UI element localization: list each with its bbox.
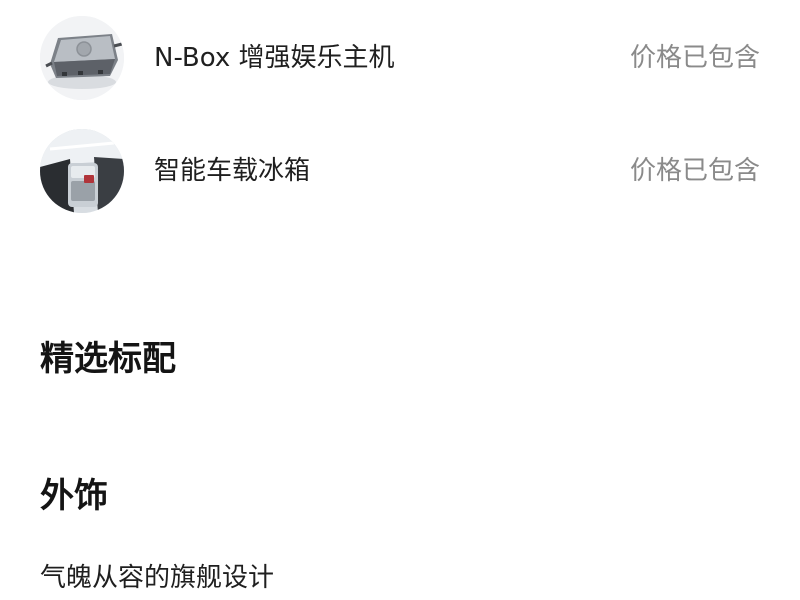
- price-included-label: 价格已包含: [629, 156, 760, 186]
- config-page: N-Box 增强娱乐主机 价格已包含 智能车载冰箱 价格已包含 精选标配 外饰 …: [0, 0, 800, 600]
- option-name: 智能车载冰箱: [154, 156, 311, 186]
- n-box-thumbnail: [40, 16, 124, 100]
- option-name: N-Box 增强娱乐主机: [154, 43, 395, 73]
- section-title-exterior: 外饰: [40, 476, 108, 516]
- price-included-label: 价格已包含: [629, 43, 760, 73]
- section-description: 气魄从容的旗舰设计: [40, 563, 275, 593]
- option-item-n-box[interactable]: N-Box 增强娱乐主机 价格已包含: [0, 8, 800, 108]
- option-item-car-fridge[interactable]: 智能车载冰箱 价格已包含: [0, 121, 800, 221]
- car-fridge-thumbnail: [40, 129, 124, 213]
- section-title-standard-features: 精选标配: [40, 339, 176, 379]
